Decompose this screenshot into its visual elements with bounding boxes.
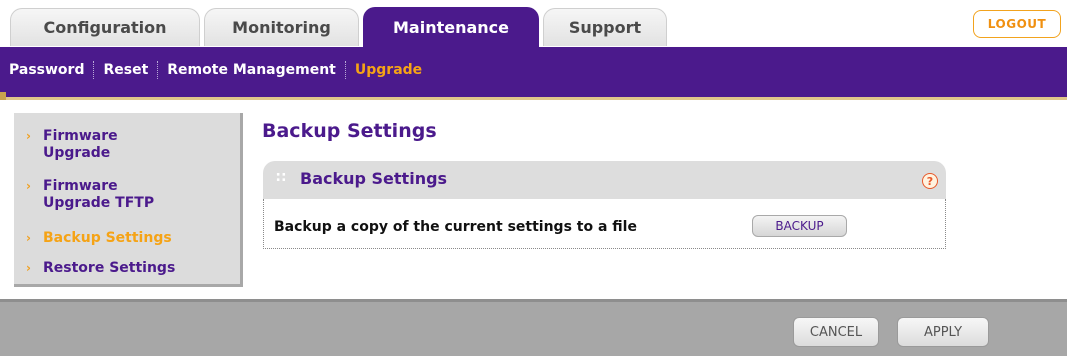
tab-support-label: Support (568, 18, 642, 37)
tab-maintenance[interactable]: Maintenance (363, 7, 539, 47)
apply-button[interactable]: APPLY (897, 317, 989, 347)
sidebar: › Firmware Upgrade › Firmware Upgrade TF… (14, 113, 243, 287)
cancel-button[interactable]: CANCEL (793, 317, 879, 347)
tab-configuration-label: Configuration (43, 18, 167, 37)
chevron-right-icon: › (26, 231, 31, 245)
subnav-upgrade[interactable]: Upgrade (355, 62, 422, 78)
page-title: Backup Settings (262, 120, 437, 142)
subnav-separator (157, 61, 159, 79)
chevron-right-icon: › (26, 129, 31, 143)
tab-maintenance-label: Maintenance (392, 17, 509, 37)
subnav-remote-management[interactable]: Remote Management (167, 62, 336, 78)
sidebar-item-label: Upgrade TFTP (43, 195, 155, 211)
footer-bar: CANCEL APPLY (0, 299, 1067, 356)
logout-button[interactable]: LOGOUT (973, 10, 1061, 38)
subnav-password[interactable]: Password (9, 62, 84, 78)
subnav-separator (93, 61, 95, 79)
sidebar-item-label: Upgrade (43, 145, 111, 161)
drag-grip-icon: ∷ (276, 170, 286, 186)
panel-title: Backup Settings (300, 169, 448, 188)
sub-navigation: Password Reset Remote Management Upgrade (0, 47, 1067, 97)
sidebar-item-firmware-upgrade-tftp[interactable]: › Firmware Upgrade TFTP (26, 178, 154, 212)
sidebar-item-backup-settings[interactable]: › Backup Settings (26, 230, 172, 247)
top-tab-bar: Configuration Monitoring Maintenance Sup… (0, 0, 1067, 47)
tab-configuration[interactable]: Configuration (10, 8, 200, 46)
sidebar-item-label: Restore Settings (43, 260, 176, 276)
subnav-corner-accent (0, 92, 6, 100)
tab-monitoring-label: Monitoring (232, 18, 331, 37)
subnav-separator (344, 61, 346, 79)
backup-settings-panel: ∷ Backup Settings ? Backup a copy of the… (263, 161, 946, 249)
backup-description: Backup a copy of the current settings to… (274, 219, 637, 235)
panel-body: Backup a copy of the current settings to… (263, 199, 946, 249)
sidebar-item-restore-settings[interactable]: › Restore Settings (26, 260, 175, 277)
panel-header: ∷ Backup Settings ? (263, 161, 946, 199)
tab-monitoring[interactable]: Monitoring (204, 8, 359, 46)
sidebar-item-label: Firmware (43, 178, 118, 194)
chevron-right-icon: › (26, 261, 31, 275)
sidebar-item-label: Backup Settings (43, 230, 172, 246)
subnav-reset[interactable]: Reset (103, 62, 148, 78)
sidebar-item-firmware-upgrade[interactable]: › Firmware Upgrade (26, 128, 118, 162)
chevron-right-icon: › (26, 179, 31, 193)
backup-button[interactable]: BACKUP (752, 215, 847, 237)
subnav-divider (0, 97, 1067, 100)
help-icon[interactable]: ? (922, 173, 938, 189)
sidebar-item-label: Firmware (43, 128, 118, 144)
tab-support[interactable]: Support (543, 8, 667, 46)
